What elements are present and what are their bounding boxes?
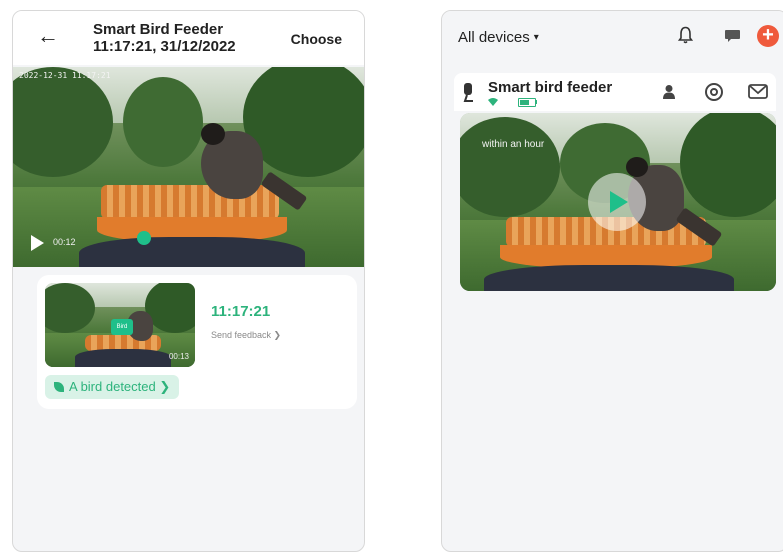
message-icon[interactable]	[724, 29, 741, 42]
thumb-duration: 00:13	[168, 352, 189, 361]
playhead-handle[interactable]	[137, 231, 151, 245]
event-header: ← Smart Bird Feeder 11:17:21, 31/12/2022…	[13, 11, 364, 65]
event-video-player[interactable]: 2022-12-31 11:17:21 00:12	[13, 67, 364, 267]
mail-icon[interactable]	[748, 84, 768, 99]
event-datetime: 11:17:21, 31/12/2022	[93, 38, 236, 55]
device-header: All devices ▾ +	[442, 11, 783, 67]
chevron-down-icon: ▾	[533, 32, 539, 43]
wifi-icon	[488, 98, 498, 106]
add-device-button[interactable]: +	[757, 25, 779, 47]
leaf-icon	[54, 382, 64, 392]
play-icon	[610, 191, 628, 213]
event-title: Smart Bird Feeder	[93, 21, 224, 38]
choose-button[interactable]: Choose	[291, 31, 342, 47]
event-title-block: Smart Bird Feeder 11:17:21, 31/12/2022	[93, 21, 236, 55]
battery-cap	[535, 100, 537, 104]
device-name: Smart bird feeder	[488, 79, 613, 96]
recency-overlay: within an hour	[482, 139, 545, 150]
bell-icon[interactable]	[678, 26, 693, 44]
event-detail-screen: ← Smart Bird Feeder 11:17:21, 31/12/2022…	[12, 10, 365, 552]
user-icon[interactable]	[662, 84, 676, 100]
play-button[interactable]	[588, 173, 646, 231]
bird-detected-label: A bird detected ❯	[69, 379, 171, 394]
battery-icon	[518, 98, 536, 107]
send-feedback-link[interactable]: Send feedback ❯	[211, 330, 281, 341]
video-tree	[123, 77, 203, 167]
event-time: 11:17:21	[211, 303, 271, 320]
event-card[interactable]: Bird 00:13 11:17:21 Send feedback ❯ A bi…	[37, 275, 357, 409]
play-icon[interactable]	[31, 235, 44, 251]
all-devices-dropdown[interactable]: All devices ▾	[458, 29, 539, 46]
feeder-pot	[79, 237, 305, 267]
camera-icon	[463, 83, 473, 102]
device-row[interactable]: Smart bird feeder	[454, 73, 776, 111]
bird-tag: Bird	[111, 319, 133, 335]
preview-bird-head	[626, 157, 648, 177]
preview-tree	[680, 113, 776, 217]
bird-head	[201, 123, 225, 145]
thumb-pot	[75, 349, 171, 367]
event-thumbnail[interactable]: Bird 00:13	[45, 283, 195, 367]
thumb-tree	[45, 283, 95, 333]
device-live-preview[interactable]: within an hour	[460, 113, 776, 291]
bird-detected-chip[interactable]: A bird detected ❯	[45, 375, 180, 399]
settings-icon[interactable]	[704, 82, 724, 102]
back-button[interactable]: ←	[37, 25, 59, 47]
preview-pot	[484, 265, 734, 291]
all-devices-label: All devices	[458, 29, 530, 46]
preview-tree	[460, 117, 560, 217]
device-list-screen: All devices ▾ + Smart bird feeder within…	[441, 10, 783, 552]
video-timestamp: 2022-12-31 11:17:21	[19, 71, 111, 80]
video-play-time: 00:12	[53, 237, 76, 247]
